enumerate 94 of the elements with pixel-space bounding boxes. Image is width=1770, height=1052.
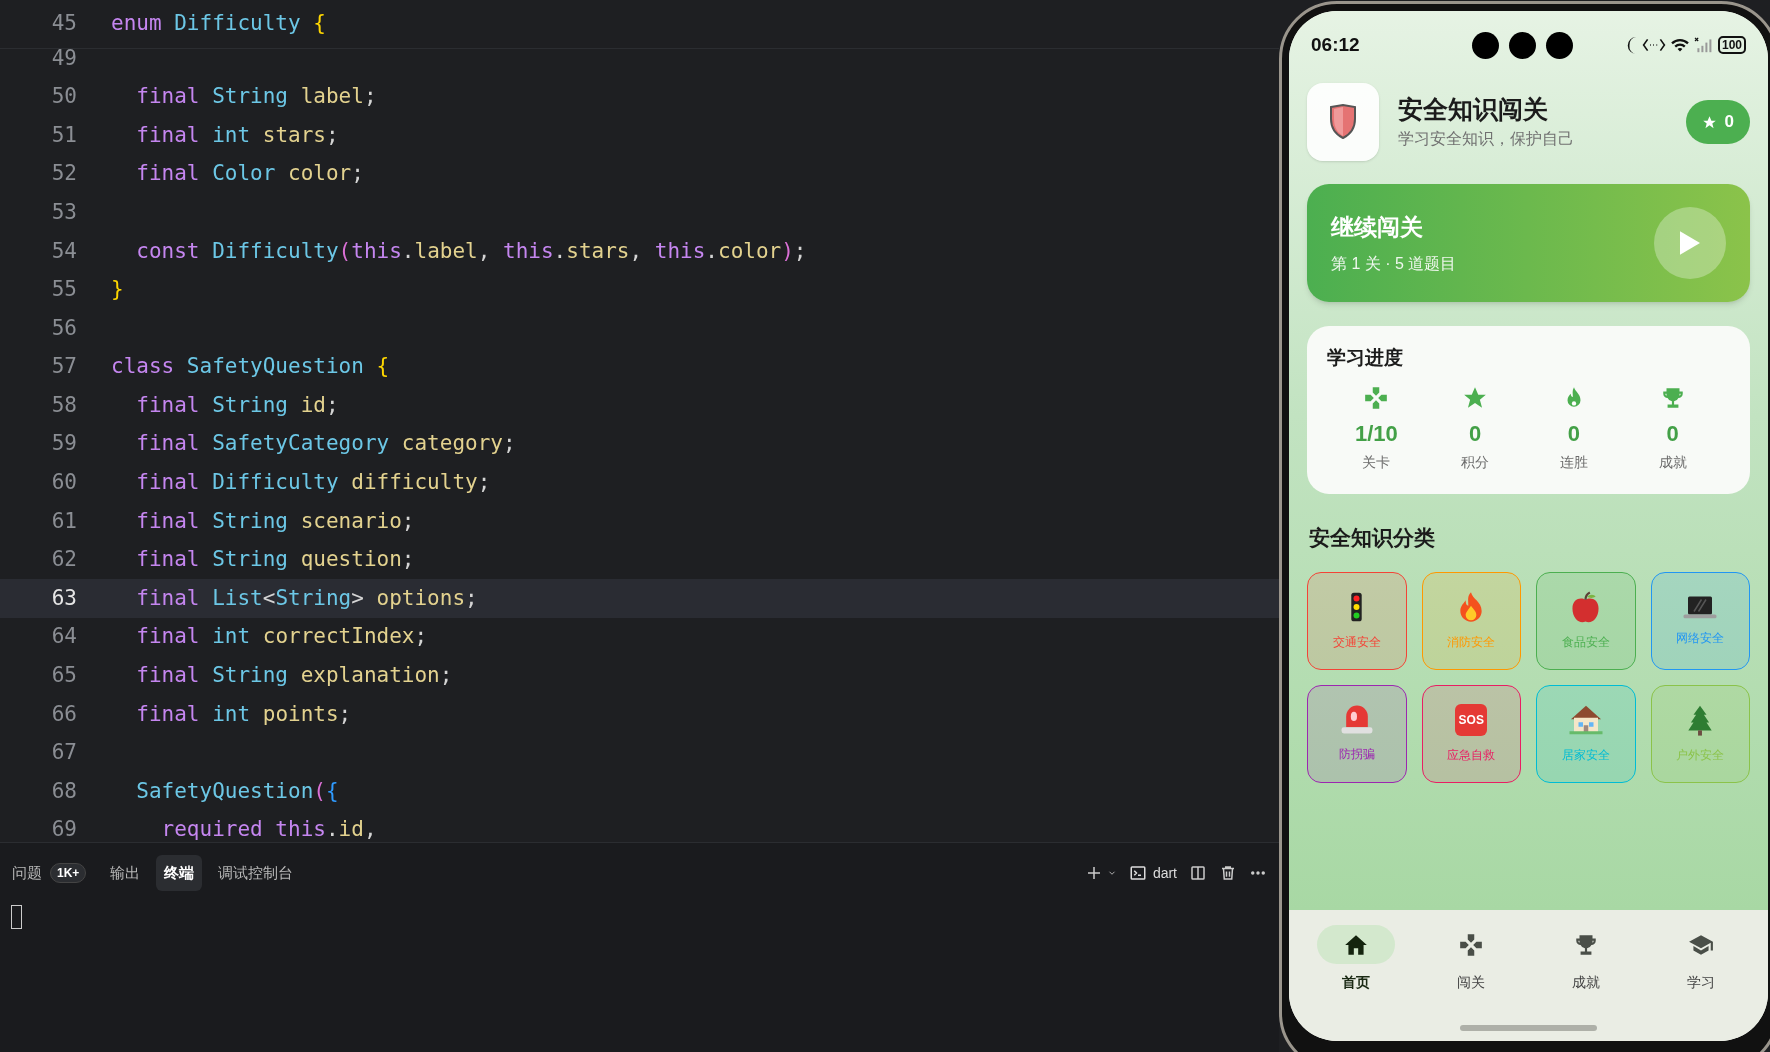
code-line: final String explanation; — [135, 662, 453, 690]
sos-icon: SOS — [1455, 703, 1488, 736]
line-number: 45 — [50, 10, 77, 38]
line-number: 69 — [50, 816, 77, 842]
panel-tab[interactable]: 问题 1K+ — [4, 855, 95, 891]
stat-value: 0 — [1469, 419, 1482, 448]
code-line: } — [111, 276, 124, 304]
panel-tab[interactable]: 调试控制台 — [210, 855, 302, 891]
line-number: 54 — [50, 237, 77, 265]
code-line: final int stars; — [135, 121, 339, 149]
star-icon — [1701, 114, 1717, 130]
panel-tab[interactable]: 输出 — [102, 855, 149, 891]
nav-item[interactable]: 学习 — [1643, 925, 1758, 993]
line-number: 49 — [50, 44, 77, 72]
line-number: 57 — [50, 353, 77, 381]
line-number: 52 — [50, 160, 77, 188]
line-number: 50 — [50, 83, 77, 111]
app-title: 安全知识闯关 — [1398, 94, 1549, 125]
code-line: final String scenario; — [135, 507, 415, 535]
stat-label: 连胜 — [1559, 452, 1588, 472]
house-icon — [1567, 703, 1604, 736]
split-icon[interactable] — [1189, 864, 1207, 882]
code-line: final String label; — [135, 83, 377, 111]
signal-icon — [1693, 37, 1712, 53]
panel-tab[interactable]: 终端 — [156, 855, 203, 891]
code-line: final SafetyCategory category; — [135, 430, 516, 458]
code-line: enum Difficulty { — [111, 10, 326, 38]
category-tile[interactable]: SOS 应急自救 — [1421, 684, 1521, 783]
line-number: 68 — [50, 777, 77, 805]
tree-icon — [1687, 703, 1714, 736]
line-number: 58 — [50, 391, 77, 419]
stat-value: 1/10 — [1354, 419, 1398, 448]
line-number: 53 — [50, 198, 77, 226]
play-icon — [1680, 231, 1700, 255]
line-number: 66 — [50, 700, 77, 728]
gamepad-icon — [1458, 931, 1485, 958]
line-number: 62 — [50, 546, 77, 574]
line-number: 65 — [50, 662, 77, 690]
code-line: const Difficulty(this.label, this.stars, this.color); — [135, 237, 807, 265]
stat-value: 0 — [1567, 419, 1580, 448]
camera-icon — [1546, 31, 1574, 59]
code-line: final List<String> options; — [135, 584, 478, 612]
line-number: 60 — [50, 469, 77, 497]
laptop-icon — [1682, 594, 1719, 619]
code-line: final int correctIndex; — [135, 623, 428, 651]
progress-title: 学习进度 — [1327, 346, 1404, 370]
stat-label: 积分 — [1461, 452, 1490, 472]
code-line: class SafetyQuestion { — [111, 353, 390, 381]
line-number: 59 — [50, 430, 77, 458]
code-line: final Color color; — [135, 160, 364, 188]
terminal-profile-button[interactable]: dart — [1128, 862, 1177, 884]
code-line: required this.id, — [160, 816, 377, 842]
line-number: 56 — [50, 314, 77, 342]
gamepad-icon — [1363, 384, 1390, 411]
stat-label: 关卡 — [1362, 452, 1391, 472]
line-number: 63 — [50, 584, 77, 612]
line-number: 51 — [50, 121, 77, 149]
line-number: 67 — [50, 739, 77, 767]
code-line: final String question; — [135, 546, 415, 574]
line-number: 55 — [50, 276, 77, 304]
continue-title: 继续闯关 — [1331, 212, 1424, 242]
status-time: 06:12 — [1311, 32, 1360, 57]
terminal-cursor — [11, 905, 22, 929]
code-line: final String id; — [135, 391, 339, 419]
nav-item[interactable]: 首页 — [1299, 925, 1414, 993]
camera-icon — [1509, 31, 1537, 59]
code-line: SafetyQuestion({ — [135, 777, 339, 805]
flame-icon — [1459, 590, 1484, 623]
code-arrows-icon — [1641, 37, 1666, 53]
code-line: final Difficulty difficulty; — [135, 469, 491, 497]
continue-card[interactable]: 继续闯关 第 1 关 · 5 道题目 — [1307, 184, 1750, 302]
category-tile[interactable]: 防拐骗 — [1307, 684, 1407, 783]
siren-icon — [1339, 704, 1374, 735]
score-badge[interactable]: 0 — [1685, 100, 1750, 144]
category-tile[interactable]: 交通安全 — [1307, 571, 1407, 670]
continue-subtitle: 第 1 关 · 5 道题目 — [1331, 254, 1458, 275]
stat-value: 0 — [1666, 419, 1679, 448]
wifi-icon — [1669, 37, 1690, 53]
app-subtitle: 学习安全知识，保护自己 — [1398, 129, 1575, 149]
section-title: 安全知识分类 — [1309, 525, 1436, 551]
line-number: 61 — [50, 507, 77, 535]
apple-icon — [1571, 590, 1601, 623]
moon-icon — [1625, 36, 1638, 54]
code-line: final int points; — [135, 700, 352, 728]
nav-item[interactable]: 成就 — [1528, 925, 1644, 993]
terminal-icon — [1128, 864, 1147, 882]
stat-label: 成就 — [1658, 452, 1687, 472]
trash-icon[interactable] — [1219, 864, 1237, 882]
traffic-light-icon — [1350, 590, 1364, 623]
line-number: 64 — [50, 623, 77, 651]
nav-item[interactable]: 闯关 — [1413, 925, 1529, 993]
camera-icon — [1472, 31, 1500, 59]
shield-icon — [1329, 104, 1357, 140]
battery-indicator: 100 — [1717, 36, 1746, 54]
